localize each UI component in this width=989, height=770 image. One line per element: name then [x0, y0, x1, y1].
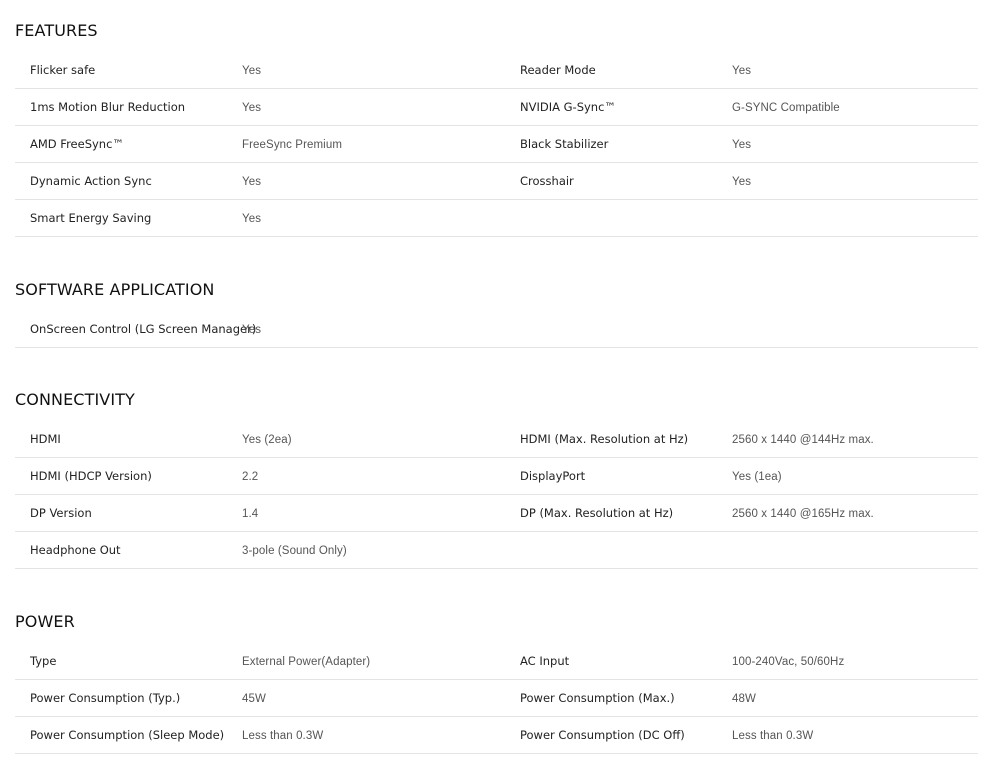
spec-value: Yes [732, 139, 752, 151]
spec-value: Yes [242, 102, 262, 114]
table-row: OnScreen Control (LG Screen Manager) Yes [15, 311, 978, 348]
spec-table: Flicker safe Yes Reader Mode Yes 1ms Mot… [15, 52, 978, 237]
spec-value: Less than 0.3W [242, 730, 324, 742]
table-row: Smart Energy Saving Yes [15, 200, 978, 237]
spec-value: Yes [242, 324, 262, 336]
spec-label: NVIDIA G-Sync™ [520, 100, 616, 114]
spec-label: AMD FreeSync™ [30, 137, 124, 151]
spec-value: 2.2 [242, 471, 259, 483]
spec-value: Yes [732, 176, 752, 188]
spec-value: Yes (2ea) [242, 434, 292, 446]
table-row: HDMI (HDCP Version) 2.2 DisplayPort Yes … [15, 458, 978, 495]
spec-value: G-SYNC Compatible [732, 102, 840, 114]
section-features: FEATURES Flicker safe Yes Reader Mode Ye… [15, 21, 978, 237]
table-row: 1ms Motion Blur Reduction Yes NVIDIA G-S… [15, 89, 978, 126]
spec-label: Power Consumption (Max.) [520, 691, 675, 705]
spec-value: 48W [732, 693, 756, 705]
spec-value: External Power(Adapter) [242, 656, 371, 668]
table-row: Dynamic Action Sync Yes Crosshair Yes [15, 163, 978, 200]
section-software-application: SOFTWARE APPLICATION OnScreen Control (L… [15, 280, 978, 348]
spec-label: HDMI [30, 432, 61, 446]
spec-value: 3-pole (Sound Only) [242, 545, 347, 557]
spec-label: Crosshair [520, 174, 574, 188]
spec-value: 100-240Vac, 50/60Hz [732, 656, 845, 668]
spec-label: DP Version [30, 506, 92, 520]
table-row: DP Version 1.4 DP (Max. Resolution at Hz… [15, 495, 978, 532]
spec-label: Type [30, 654, 57, 668]
spec-value: Yes [242, 65, 262, 77]
spec-value: 2560 x 1440 @165Hz max. [732, 508, 874, 520]
spec-value: Yes [732, 65, 752, 77]
section-title: SOFTWARE APPLICATION [15, 280, 215, 299]
spec-label: Dynamic Action Sync [30, 174, 152, 188]
spec-label: Power Consumption (DC Off) [520, 728, 685, 742]
table-row: AMD FreeSync™ FreeSync Premium Black Sta… [15, 126, 978, 163]
spec-label: Headphone Out [30, 543, 121, 557]
section-title: POWER [15, 612, 75, 631]
section-connectivity: CONNECTIVITY HDMI Yes (2ea) HDMI (Max. R… [15, 390, 978, 569]
spec-label: Smart Energy Saving [30, 211, 152, 225]
spec-label: Flicker safe [30, 63, 96, 77]
spec-label: Power Consumption (Sleep Mode) [30, 728, 225, 742]
section-power: POWER Type External Power(Adapter) AC In… [15, 612, 978, 754]
spec-value: Yes (1ea) [732, 471, 782, 483]
spec-value: Less than 0.3W [732, 730, 814, 742]
spec-table: OnScreen Control (LG Screen Manager) Yes [15, 311, 978, 348]
spec-label: Power Consumption (Typ.) [30, 691, 181, 705]
spec-label: AC Input [520, 654, 570, 668]
spec-table: HDMI Yes (2ea) HDMI (Max. Resolution at … [15, 421, 978, 569]
table-row: Type External Power(Adapter) AC Input 10… [15, 643, 978, 680]
spec-value: Yes [242, 213, 262, 225]
table-row: Power Consumption (Typ.) 45W Power Consu… [15, 680, 978, 717]
spec-label: DP (Max. Resolution at Hz) [520, 506, 674, 520]
spec-value: 1.4 [242, 508, 259, 520]
spec-label: 1ms Motion Blur Reduction [30, 100, 186, 114]
spec-value: 45W [242, 693, 266, 705]
section-title: FEATURES [15, 21, 98, 40]
spec-label: OnScreen Control (LG Screen Manager) [30, 322, 257, 336]
spec-label: Black Stabilizer [520, 137, 609, 151]
section-title: CONNECTIVITY [15, 390, 135, 409]
table-row: HDMI Yes (2ea) HDMI (Max. Resolution at … [15, 421, 978, 458]
spec-value: 2560 x 1440 @144Hz max. [732, 434, 874, 446]
table-row: Power Consumption (Sleep Mode) Less than… [15, 717, 978, 754]
spec-label: Reader Mode [520, 63, 596, 77]
spec-value: Yes [242, 176, 262, 188]
table-row: Flicker safe Yes Reader Mode Yes [15, 52, 978, 89]
spec-label: HDMI (Max. Resolution at Hz) [520, 432, 689, 446]
spec-label: HDMI (HDCP Version) [30, 469, 152, 483]
table-row: Headphone Out 3-pole (Sound Only) [15, 532, 978, 569]
spec-table: Type External Power(Adapter) AC Input 10… [15, 643, 978, 754]
spec-value: FreeSync Premium [242, 139, 343, 151]
spec-label: DisplayPort [520, 469, 586, 483]
